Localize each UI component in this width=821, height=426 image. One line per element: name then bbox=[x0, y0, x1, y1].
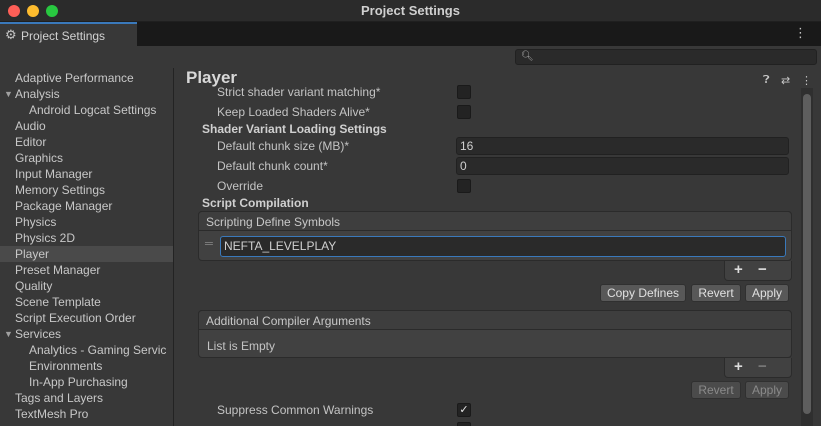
sidebar-item-services[interactable]: ▼ Services bbox=[0, 326, 173, 342]
revert-defines-button[interactable]: Revert bbox=[691, 284, 741, 302]
sidebar-item-analytics-gaming-services[interactable]: Analytics - Gaming Servic bbox=[0, 342, 173, 358]
sidebar-item-label: Services bbox=[15, 327, 62, 341]
tab-label: Project Settings bbox=[21, 29, 106, 43]
sidebar-item-label: Package Manager bbox=[15, 199, 113, 213]
sidebar-item-preset-manager[interactable]: Preset Manager bbox=[0, 262, 173, 278]
sidebar-item-label: Adaptive Performance bbox=[15, 71, 134, 85]
inspector-panel: Player ❓︎ ⇄ ⋮ Strict shader variant matc… bbox=[175, 68, 821, 426]
chunk-count-field[interactable]: 0 bbox=[456, 157, 789, 175]
remove-argument-button: − bbox=[758, 358, 767, 375]
sidebar-item-label: Scene Template bbox=[15, 295, 101, 309]
define-symbols-title: Scripting Define Symbols bbox=[206, 215, 341, 229]
sidebar-item-physics-2d[interactable]: Physics 2D bbox=[0, 230, 173, 246]
sidebar-item-physics[interactable]: Physics bbox=[0, 214, 173, 230]
apply-args-button: Apply bbox=[745, 381, 789, 399]
override-label: Override bbox=[217, 179, 264, 193]
drag-handle-icon[interactable]: ═ bbox=[205, 238, 213, 250]
sidebar-item-memory-settings[interactable]: Memory Settings bbox=[0, 182, 173, 198]
keep-shaders-checkbox[interactable] bbox=[457, 105, 471, 119]
script-compilation-heading: Script Compilation bbox=[202, 196, 309, 210]
sidebar-item-in-app-purchasing[interactable]: In-App Purchasing bbox=[0, 374, 173, 390]
sidebar-item-adaptive-performance[interactable]: Adaptive Performance bbox=[0, 70, 173, 86]
sidebar-item-label: Physics 2D bbox=[15, 231, 76, 245]
sidebar-item-label: Tags and Layers bbox=[15, 391, 104, 405]
caret-down-icon[interactable]: ▼ bbox=[4, 86, 13, 102]
sidebar-item-label: Android Logcat Settings bbox=[29, 103, 157, 117]
title-bar: Project Settings bbox=[0, 0, 821, 22]
override-checkbox[interactable] bbox=[457, 179, 471, 193]
chunk-count-label: Default chunk count* bbox=[217, 159, 328, 173]
sidebar-item-script-execution-order[interactable]: Script Execution Order bbox=[0, 310, 173, 326]
strict-shader-checkbox[interactable] bbox=[457, 85, 471, 99]
sidebar-item-analysis[interactable]: ▼ Analysis bbox=[0, 86, 173, 102]
compiler-args-footer: + − bbox=[724, 358, 792, 378]
search-input[interactable]: 🔍︎ bbox=[515, 49, 817, 65]
sidebar-item-label: Quality bbox=[15, 279, 53, 293]
define-symbols-header: Scripting Define Symbols bbox=[198, 211, 792, 231]
sidebar-item-label: Editor bbox=[15, 135, 47, 149]
sidebar-item-environments[interactable]: Environments bbox=[0, 358, 173, 374]
sidebar-item-player[interactable]: Player bbox=[0, 246, 173, 262]
sidebar-item-editor[interactable]: Editor bbox=[0, 134, 173, 150]
compiler-args-list: Additional Compiler Arguments List is Em… bbox=[198, 310, 792, 358]
scrollbar-thumb[interactable] bbox=[803, 94, 811, 414]
shader-variant-loading-heading: Shader Variant Loading Settings bbox=[202, 122, 387, 136]
tab-menu-icon[interactable]: ⋮ bbox=[794, 26, 807, 39]
chunk-size-field[interactable]: 16 bbox=[456, 137, 789, 155]
sidebar-item-input-manager[interactable]: Input Manager bbox=[0, 166, 173, 182]
revert-args-button: Revert bbox=[691, 381, 741, 399]
chunk-size-label: Default chunk size (MB)* bbox=[217, 139, 350, 153]
next-setting-checkbox[interactable] bbox=[457, 422, 471, 426]
caret-down-icon[interactable]: ▼ bbox=[4, 326, 13, 342]
sidebar-item-quality[interactable]: Quality bbox=[0, 278, 173, 294]
preset-settings-icon[interactable]: ⇄ bbox=[781, 74, 790, 87]
sidebar-item-label: Memory Settings bbox=[15, 183, 106, 197]
sidebar-item-label: Physics bbox=[15, 215, 57, 229]
sidebar-item-audio[interactable]: Audio bbox=[0, 118, 173, 134]
sidebar-item-package-manager[interactable]: Package Manager bbox=[0, 198, 173, 214]
sidebar-item-label: Preset Manager bbox=[15, 263, 101, 277]
help-icon[interactable]: ❓︎ bbox=[763, 74, 770, 87]
add-define-button[interactable]: + bbox=[734, 261, 743, 278]
tab-project-settings[interactable]: ⚙ Project Settings bbox=[0, 22, 137, 46]
inspector-scrollbar[interactable] bbox=[801, 88, 813, 426]
sidebar-item-label: TextMesh Pro bbox=[15, 407, 89, 421]
sidebar-item-android-logcat-settings[interactable]: Android Logcat Settings bbox=[0, 102, 173, 118]
sidebar-item-graphics[interactable]: Graphics bbox=[0, 150, 173, 166]
sidebar-item-label: Audio bbox=[15, 119, 46, 133]
sidebar-item-label: In-App Purchasing bbox=[29, 375, 128, 389]
sidebar-item-label: Script Execution Order bbox=[15, 311, 136, 325]
suppress-warnings-label: Suppress Common Warnings bbox=[217, 403, 374, 417]
define-symbols-footer: + − bbox=[724, 261, 792, 281]
sidebar-item-label: Input Manager bbox=[15, 167, 93, 181]
sidebar-item-label: Graphics bbox=[15, 151, 64, 165]
keep-shaders-label: Keep Loaded Shaders Alive* bbox=[217, 105, 370, 119]
gear-icon: ⚙ bbox=[5, 27, 17, 42]
apply-defines-button[interactable]: Apply bbox=[745, 284, 789, 302]
suppress-warnings-checkbox[interactable]: ✓ bbox=[457, 403, 471, 417]
sidebar-item-label: Environments bbox=[29, 359, 103, 373]
define-symbol-field[interactable]: NEFTA_LEVELPLAY bbox=[220, 236, 786, 257]
sidebar-item-tags-and-layers[interactable]: Tags and Layers bbox=[0, 390, 173, 406]
window-title: Project Settings bbox=[361, 3, 460, 18]
tab-strip: ⚙ Project Settings ⋮ bbox=[0, 22, 821, 46]
empty-list-text: List is Empty bbox=[207, 339, 276, 353]
sidebar-item-scene-template[interactable]: Scene Template bbox=[0, 294, 173, 310]
sidebar-item-label: Analytics - Gaming Servic bbox=[29, 343, 167, 357]
sidebar-item-label: Player bbox=[15, 247, 50, 261]
more-menu-icon[interactable]: ⋮ bbox=[801, 74, 812, 87]
remove-define-button[interactable]: − bbox=[758, 261, 767, 278]
compiler-args-title: Additional Compiler Arguments bbox=[206, 314, 371, 328]
search-icon: 🔍︎ bbox=[521, 51, 534, 62]
copy-defines-button[interactable]: Copy Defines bbox=[600, 284, 686, 302]
compiler-args-header: Additional Compiler Arguments bbox=[198, 310, 792, 330]
search-row: 🔍︎ bbox=[0, 46, 821, 68]
sidebar-item-textmesh-pro[interactable]: TextMesh Pro bbox=[0, 406, 173, 422]
strict-shader-label: Strict shader variant matching* bbox=[217, 85, 381, 99]
add-argument-button[interactable]: + bbox=[734, 358, 743, 375]
define-symbols-list: Scripting Define Symbols ═ NEFTA_LEVELPL… bbox=[198, 211, 792, 261]
settings-sidebar: Adaptive Performance ▼ Analysis Android L… bbox=[0, 68, 174, 426]
sidebar-item-label: Analysis bbox=[15, 87, 60, 101]
